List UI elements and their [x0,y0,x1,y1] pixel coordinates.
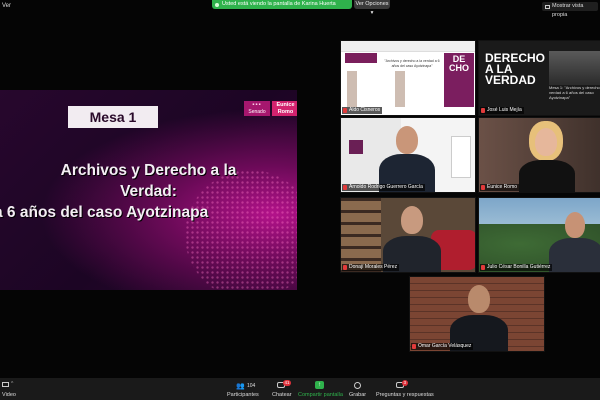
record-icon [354,382,361,389]
share-indicator-icon [215,2,219,7]
muted-mic-icon [343,185,347,190]
qa-badge: 3 [402,380,408,386]
chat-badge: 41 [283,380,292,386]
person-head [468,285,490,313]
video-button[interactable]: ^ Video [0,380,26,400]
view-options-button[interactable]: Ver Opciones ▾ [354,0,390,16]
chevron-up-icon: ^ [11,381,14,387]
person-body [519,160,575,192]
muted-mic-icon [343,108,347,113]
participant-name: José Luis Mejía [480,107,524,114]
shared-screen-slide: Mesa 1 ▪▪▪ Senado Eunice Romo Archivos y D… [0,90,297,290]
participant-name: Omar García Velásquez [411,343,474,350]
video-tile[interactable]: Julio César Bonilla Gutiérrez [478,197,600,273]
background-banner [451,136,471,178]
background-poster [349,140,363,154]
show-self-view-label: Mostrar vista propia [552,3,584,18]
qa-button[interactable]: 3 Preguntas y respuestas [374,380,434,400]
poster-speaker-photos [347,71,442,107]
share-screen-label: Compartir pantalla [298,392,343,398]
poster-side-banner: DE CHO [444,53,474,107]
muted-mic-icon [412,344,416,349]
background-bookshelf [341,198,381,272]
person-head [401,206,423,234]
participant-name: Arnoldo Rodrigo Guerrero García [342,184,425,191]
participant-name: Donají Morales Pérez [342,264,400,271]
poster-title: "Archivos y derecho a la verdad a 6 años… [384,59,440,68]
slide-mesa-label: Mesa 1 [68,106,158,128]
share-screen-icon: ↑ [315,381,324,389]
video-tile[interactable]: Arnoldo Rodrigo Guerrero García [340,117,476,193]
poster-brand-block [345,53,377,63]
participants-label: Participantes [227,392,259,398]
participant-name: Aldo Cisneros [342,107,383,114]
participant-name: Julio César Bonilla Gutiérrez [480,264,553,271]
slide-title: Archivos y Derecho a la Verdad: a 6 años… [0,162,237,221]
senado-logo: ▪▪▪ Senado [244,101,270,116]
show-self-view-button[interactable]: Mostrar vista propia [542,2,598,18]
participants-count: 104 [247,383,256,389]
video-tile[interactable]: Donají Morales Pérez [340,197,476,273]
qa-label: Preguntas y respuestas [376,392,434,398]
person-body [549,238,600,272]
video-tile[interactable]: "Archivos y derecho a la verdad a 6 años… [340,40,476,116]
video-label: Video [2,392,16,398]
chat-label: Chatear [272,392,292,398]
top-bar: Ver Usted está viendo la pantalla de Kar… [0,0,600,18]
muted-mic-icon [481,185,485,190]
view-label[interactable]: Ver [2,3,11,9]
record-label: Grabar [349,392,367,398]
poster-subtitle: Mesa 1: "Archivos y derecho a la verdad … [549,85,600,100]
record-button[interactable]: Grabar [348,380,368,400]
video-tile[interactable]: Eunice Romo [478,117,600,193]
poster-header [341,41,475,52]
participants-button[interactable]: 👥 104 Participantes [226,380,260,400]
screen-share-banner: Usted está viendo la pantalla de Karina … [212,0,352,9]
share-screen-button[interactable]: ↑ Compartir pantalla [298,380,343,400]
muted-mic-icon [481,265,485,270]
eunice-romo-logo: Eunice Romo [272,101,297,116]
video-icon [2,382,9,387]
meeting-toolbar: ^ Video 👥 104 Participantes 41 Chatear ↑… [0,378,600,400]
chat-button[interactable]: 41 Chatear [270,380,294,400]
participant-name: Eunice Romo [480,184,520,191]
muted-mic-icon [343,265,347,270]
video-tile[interactable]: Omar García Velásquez [409,276,545,352]
slide-logos: ▪▪▪ Senado Eunice Romo [244,101,297,116]
person-head [565,212,585,238]
video-tile[interactable]: DERECHO A LA VERDAD Mesa 1: "Archivos y … [478,40,600,116]
participants-icon: 👥 [236,383,245,390]
poster-title: DERECHO A LA VERDAD [485,51,546,87]
person-head [535,128,557,156]
person-head [396,126,418,154]
poster-background [549,51,600,85]
share-banner-text: Usted está viendo la pantalla de Karina … [222,1,336,7]
muted-mic-icon [481,108,485,113]
self-view-icon [545,4,550,9]
